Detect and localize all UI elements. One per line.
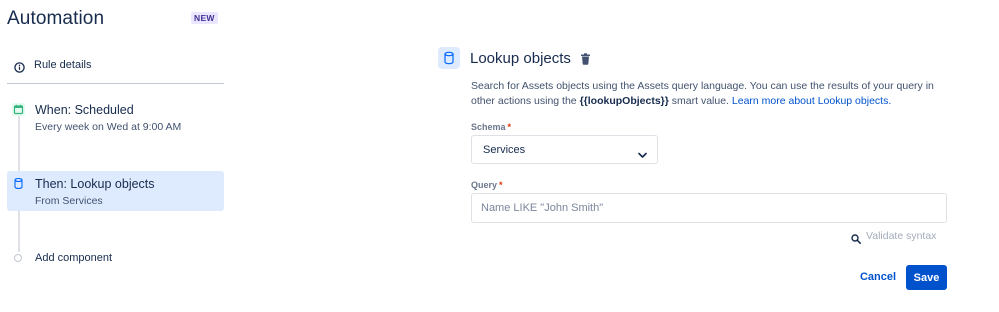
step-subtitle: From Services	[35, 195, 103, 207]
validate-syntax-button[interactable]: Validate syntax	[851, 229, 937, 244]
schema-label-text: Schema	[471, 122, 506, 132]
query-label: Query *	[471, 180, 503, 190]
chevron-down-icon	[638, 146, 647, 158]
validate-syntax-label: Validate syntax	[866, 230, 937, 242]
rule-details-item[interactable]: Rule details	[14, 58, 92, 73]
calendar-icon	[12, 103, 25, 116]
step-trigger-scheduled[interactable]: When: Scheduled Every week on Wed at 9:0…	[7, 96, 224, 140]
cancel-button[interactable]: Cancel	[856, 266, 900, 288]
description-text-2: smart value.	[668, 95, 732, 107]
panel-description: Search for Assets objects using the Asse…	[471, 79, 941, 109]
app-title: Automation	[7, 8, 105, 29]
add-component-label: Add component	[35, 252, 113, 264]
sidebar: Automation NEW Rule details When: Schedu…	[0, 0, 232, 312]
query-input[interactable]	[471, 193, 947, 223]
required-mark: *	[507, 122, 512, 132]
trash-icon[interactable]	[580, 52, 591, 65]
smart-value: {{lookupObjects}}	[579, 95, 669, 107]
panel-title: Lookup objects	[470, 49, 571, 67]
schema-label: Schema *	[471, 122, 511, 132]
step-subtitle: Every week on Wed at 9:00 AM	[35, 121, 182, 133]
schema-select-value: Services	[483, 143, 526, 156]
sidebar-divider	[7, 83, 224, 84]
info-icon	[14, 60, 25, 73]
schema-select[interactable]: Services	[471, 135, 658, 164]
step-action-lookup-objects[interactable]: Then: Lookup objects From Services	[7, 171, 224, 211]
panel-header: Lookup objects	[438, 45, 591, 71]
query-label-text: Query	[471, 180, 498, 190]
rule-details-label: Rule details	[34, 59, 92, 71]
database-icon	[438, 47, 460, 69]
learn-more-link[interactable]: Learn more about Lookup objects.	[732, 95, 891, 107]
step-title: Then: Lookup objects	[35, 177, 155, 191]
database-icon	[12, 177, 25, 190]
save-button[interactable]: Save	[906, 265, 947, 290]
add-component-dot	[14, 254, 22, 262]
new-badge: NEW	[191, 12, 218, 24]
add-component-item[interactable]: Add component	[14, 251, 112, 265]
required-mark: *	[499, 180, 503, 190]
search-icon	[851, 231, 861, 244]
step-title: When: Scheduled	[35, 103, 134, 117]
